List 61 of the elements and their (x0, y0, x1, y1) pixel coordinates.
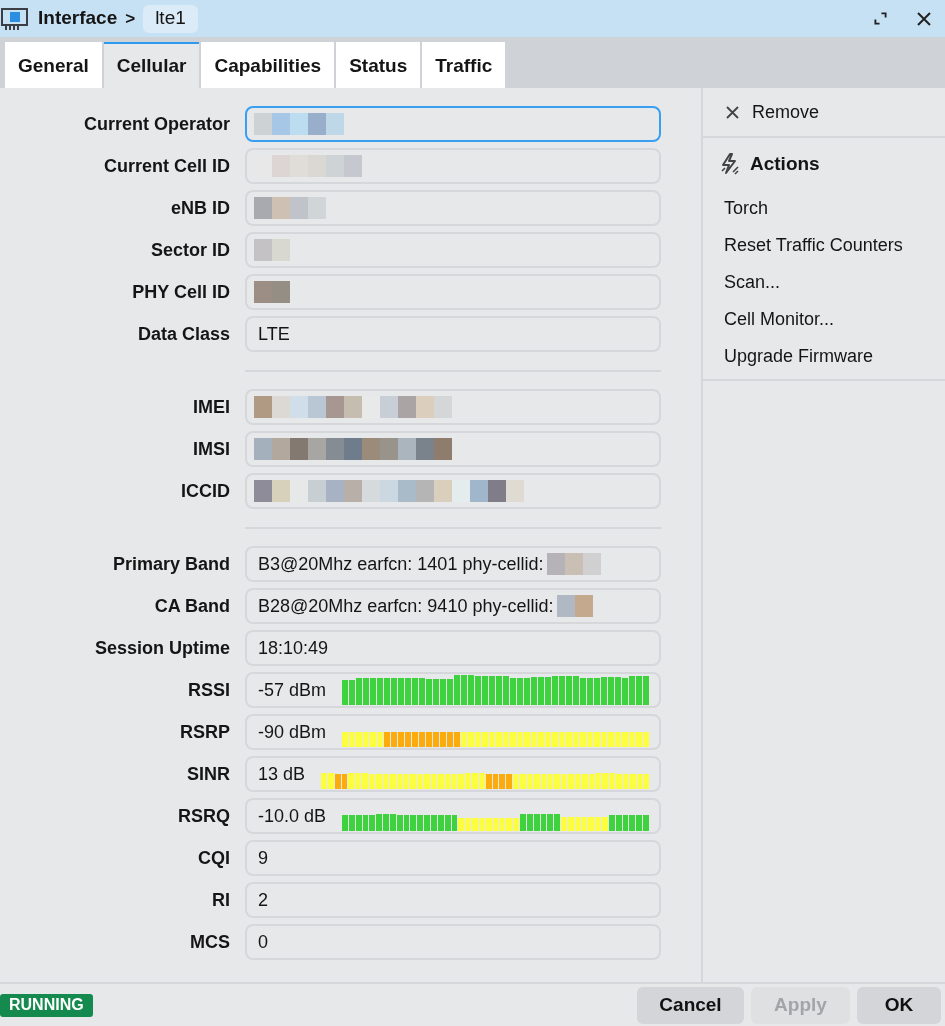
field-label: IMEI (192, 395, 230, 419)
value-field[interactable] (245, 190, 661, 226)
value-field[interactable] (245, 431, 661, 467)
field-label: Current Cell ID (102, 154, 230, 178)
dialog-button[interactable]: Cancel (637, 986, 744, 1024)
value-field[interactable]: -57 dBm (245, 672, 661, 708)
field-label: RSRP (179, 720, 230, 744)
tab[interactable]: Traffic (422, 42, 506, 88)
menu-item[interactable]: Torch (703, 190, 945, 227)
breadcrumb-link[interactable]: Interface (38, 4, 118, 33)
remove-button[interactable]: Remove (703, 88, 945, 138)
menu-item[interactable]: Reset Traffic Counters (703, 227, 945, 264)
field-label: eNB ID (170, 196, 230, 220)
field-label: MCS (189, 930, 230, 954)
value-field[interactable]: -10.0 dB (245, 798, 661, 834)
value-field[interactable]: LTE (245, 316, 661, 352)
value-field[interactable]: 18:10:49 (245, 630, 661, 666)
tab[interactable]: General (5, 42, 102, 88)
value-field[interactable] (245, 148, 661, 184)
network-card-icon (1, 5, 29, 32)
value-field[interactable]: 9 (245, 840, 661, 876)
tab[interactable]: Capabilities (201, 42, 335, 88)
value-field[interactable]: -90 dBm (245, 714, 661, 750)
status-badge: RUNNING (0, 993, 93, 1017)
menu-item[interactable]: Cell Monitor... (703, 301, 945, 338)
close-icon (726, 105, 739, 119)
field-label: ICCID (180, 479, 230, 503)
field-label: CQI (197, 846, 230, 870)
section-heading: Actions (750, 151, 820, 176)
value-field[interactable] (245, 106, 661, 142)
dialog-button[interactable]: OK (857, 986, 941, 1024)
field-label: Current Operator (82, 112, 230, 136)
expand-icon[interactable] (874, 12, 887, 25)
field-label: RSRQ (177, 804, 230, 828)
value-field[interactable]: 0 (245, 924, 661, 960)
field-label: PHY Cell ID (131, 280, 230, 304)
value-field[interactable] (245, 232, 661, 268)
value-field[interactable]: B28@20Mhz earfcn: 9410 phy-cellid: (245, 588, 661, 624)
field-label: SINR (186, 762, 230, 786)
field-label: Session Uptime (93, 636, 230, 660)
field-label: Sector ID (149, 238, 230, 262)
field-label: IMSI (192, 437, 230, 461)
breadcrumb-current: lte1 (143, 4, 198, 33)
value-field[interactable]: 2 (245, 882, 661, 918)
tab[interactable]: Status (336, 42, 421, 88)
menu-item[interactable]: Upgrade Firmware (703, 338, 945, 375)
menu-item[interactable]: Scan... (703, 264, 945, 301)
field-label: Primary Band (111, 552, 230, 576)
value-field[interactable] (245, 473, 661, 509)
close-icon[interactable] (917, 11, 931, 26)
field-label: CA Band (153, 594, 230, 618)
value-field[interactable]: B3@20Mhz earfcn: 1401 phy-cellid: (245, 546, 661, 582)
lightning-icon (719, 153, 741, 175)
field-label: RI (211, 888, 230, 912)
breadcrumb-separator: > (125, 7, 136, 30)
field-label: Data Class (136, 322, 230, 346)
value-field[interactable]: 13 dB (245, 756, 661, 792)
tab[interactable]: Cellular (103, 42, 200, 88)
value-field[interactable] (245, 389, 661, 425)
field-label: RSSI (187, 678, 230, 702)
value-field[interactable] (245, 274, 661, 310)
